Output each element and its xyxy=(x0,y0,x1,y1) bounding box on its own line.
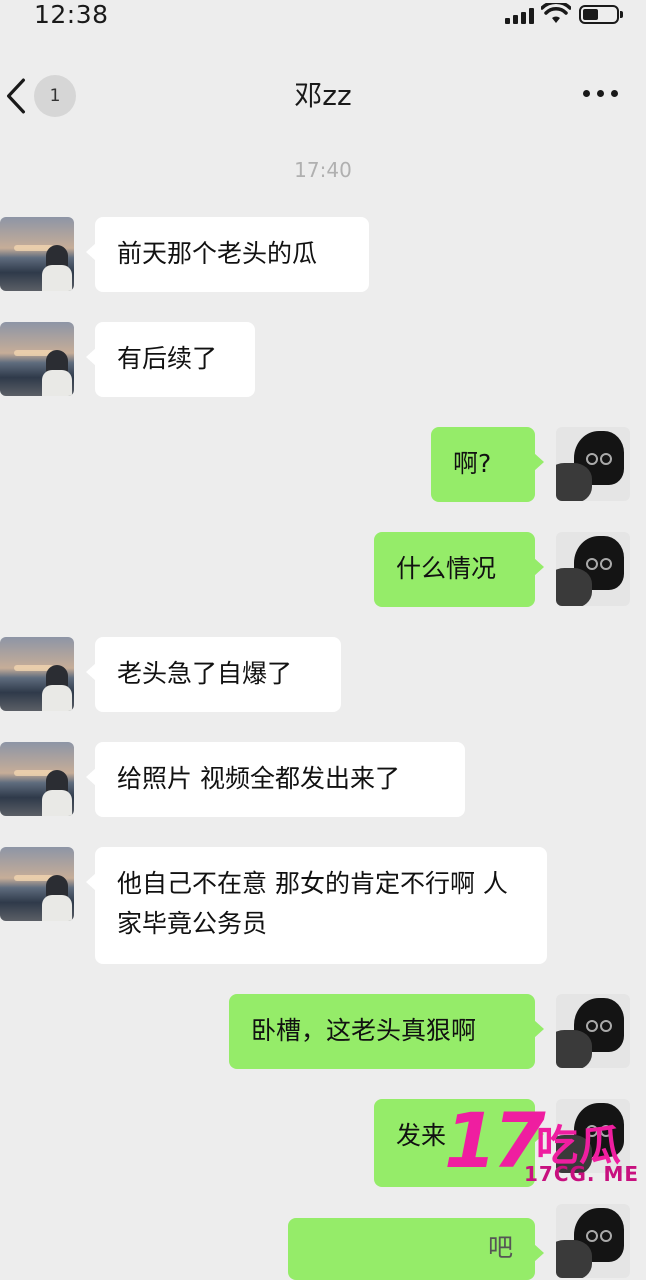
contact-avatar[interactable] xyxy=(0,322,74,396)
incoming-message-bubble[interactable]: 老头急了自爆了 xyxy=(86,637,341,712)
outgoing-message-bubble[interactable]: 什么情况 xyxy=(374,532,544,607)
more-options-icon[interactable] xyxy=(583,90,619,98)
incoming-message-bubble[interactable]: 他自己不在意 那女的肯定不行啊 人家毕竟公务员 xyxy=(86,847,547,964)
outgoing-message-bubble[interactable]: 啊? xyxy=(431,427,544,502)
watermark-url: 17CG. ME xyxy=(524,1162,640,1186)
my-avatar[interactable] xyxy=(556,427,630,501)
site-watermark: 17 吃瓜 17CG. ME xyxy=(444,1096,640,1190)
status-bar: 12:38 xyxy=(0,0,646,36)
my-avatar[interactable] xyxy=(556,532,630,606)
wifi-icon xyxy=(541,3,571,23)
incoming-message-bubble[interactable]: 给照片 视频全都发出来了 xyxy=(86,742,465,817)
outgoing-message-bubble[interactable]: 吧 xyxy=(288,1218,544,1280)
chat-title: 邓zz xyxy=(294,79,352,112)
message-timestamp: 17:40 xyxy=(294,158,352,182)
contact-avatar[interactable] xyxy=(0,847,74,921)
contact-avatar[interactable] xyxy=(0,217,74,291)
incoming-message-bubble[interactable]: 有后续了 xyxy=(86,322,255,397)
signal-icon xyxy=(505,8,539,24)
my-avatar[interactable] xyxy=(556,994,630,1068)
contact-avatar[interactable] xyxy=(0,637,74,711)
incoming-message-bubble[interactable]: 前天那个老头的瓜 xyxy=(86,217,369,292)
contact-avatar[interactable] xyxy=(0,742,74,816)
status-time: 12:38 xyxy=(34,0,109,29)
battery-icon xyxy=(579,5,623,24)
my-avatar[interactable] xyxy=(556,1204,630,1278)
outgoing-message-bubble[interactable]: 卧槽，这老头真狠啊 xyxy=(229,994,544,1069)
